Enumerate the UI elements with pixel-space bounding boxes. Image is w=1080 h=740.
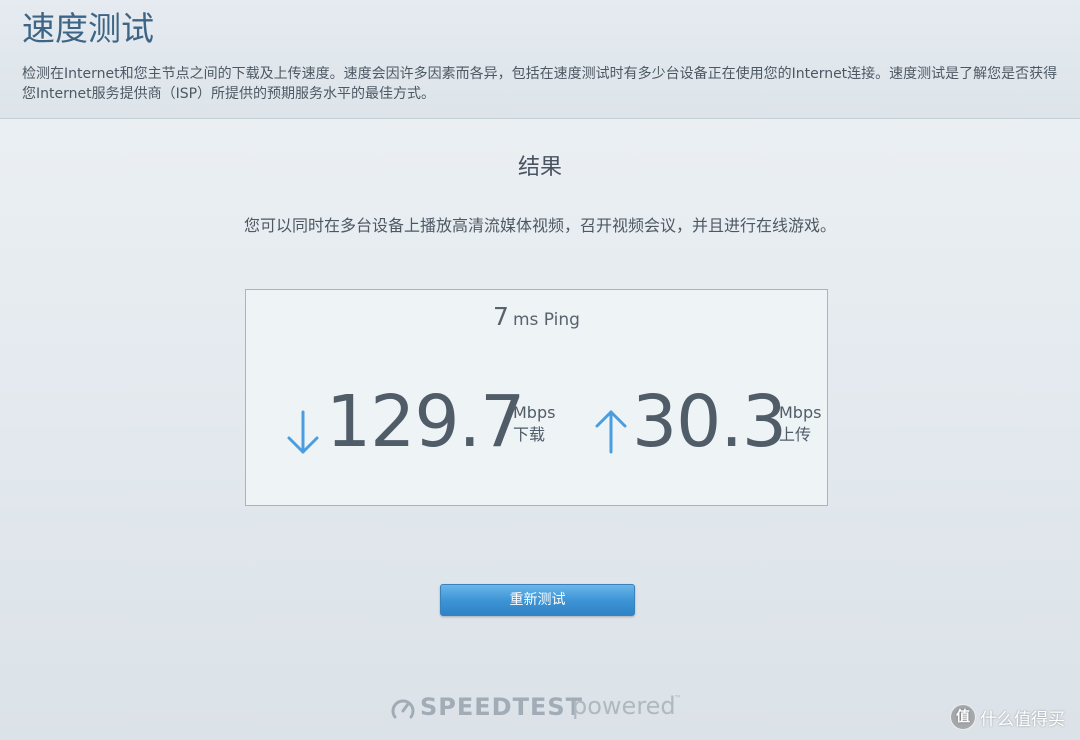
upload-label: 上传 (779, 425, 812, 444)
retest-button[interactable]: 重新测试 (440, 584, 635, 616)
speedtest-powered: powered (572, 692, 676, 720)
result-panel: 7 ms Ping 129.7 Mbps 下载 30.3 Mbps 上传 (245, 289, 828, 506)
upload-unit: Mbps (779, 403, 822, 422)
speedometer-icon (391, 699, 415, 719)
page-header: 速度测试 检测在Internet和您主节点之间的下载及上传速度。速度会因许多因素… (0, 0, 1080, 119)
download-unit: Mbps (513, 403, 556, 422)
ping-unit: ms Ping (512, 310, 580, 330)
download-value: 129.7 (326, 380, 525, 463)
upload-metric: 30.3 Mbps 上传 (590, 382, 822, 468)
ping-value: 7 (493, 302, 509, 331)
page-title: 速度测试 (22, 9, 154, 48)
trademark-mark: ™ (674, 694, 682, 703)
arrow-up-icon (595, 410, 627, 454)
result-heading: 结果 (517, 155, 562, 180)
upload-unit-label: Mbps 上传 (779, 402, 821, 446)
arrow-down-icon (287, 410, 319, 454)
result-message: 您可以同时在多台设备上播放高清流媒体视频，召开视频会议，并且进行在线游戏。 (243, 216, 836, 235)
ping-readout: 7 ms Ping (246, 302, 827, 331)
download-unit-label: Mbps 下载 (513, 402, 555, 446)
watermark-text: 什么值得买 (980, 710, 1065, 730)
speedtest-brand: SPEEDTEST (420, 693, 584, 721)
upload-value: 30.3 (632, 380, 787, 463)
watermark-logo-icon: 值 (950, 704, 976, 730)
page-description: 检测在Internet和您主节点之间的下载及上传速度。速度会因许多因素而各异，包… (22, 66, 1058, 102)
download-metric: 129.7 Mbps 下载 (282, 382, 572, 468)
download-label: 下载 (513, 425, 546, 444)
